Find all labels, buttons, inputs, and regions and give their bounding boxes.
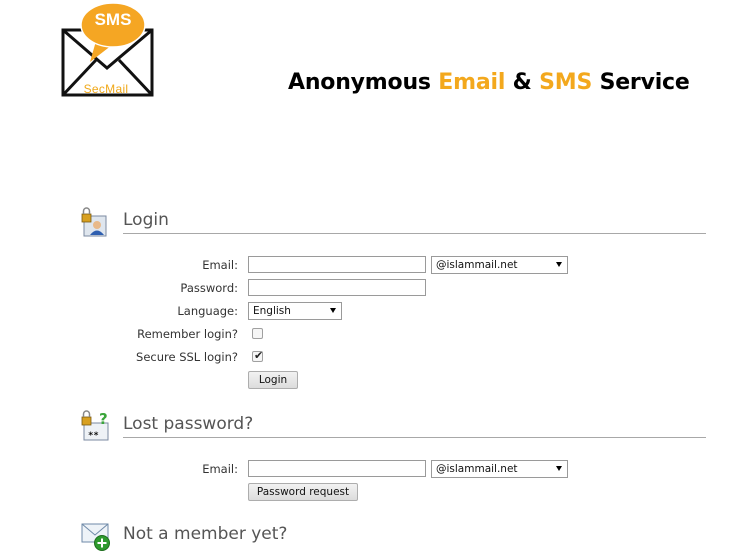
- logo-wordmark: SecMail: [83, 82, 129, 96]
- page-headline: Anonymous Email & SMS Service: [288, 70, 690, 95]
- lost-domain-select[interactable]: @islammail.net: [431, 460, 568, 478]
- envelope-add-icon: [81, 523, 110, 551]
- lock-question-icon: ** ?: [81, 410, 109, 441]
- secure-ssl-label: Secure SSL login?: [136, 350, 238, 364]
- login-title: Login: [123, 210, 169, 230]
- login-language-label: Language:: [177, 304, 238, 318]
- lost-email-input[interactable]: [248, 460, 426, 477]
- login-password-label: Password:: [180, 281, 238, 295]
- checkmark-icon: ✔: [254, 349, 264, 362]
- signup-title[interactable]: Not a member yet?: [123, 524, 287, 544]
- headline-sms: SMS: [539, 70, 593, 95]
- lost-email-label: Email:: [202, 462, 238, 476]
- svg-text:**: **: [88, 431, 99, 441]
- login-domain-value: @islammail.net: [436, 259, 518, 271]
- login-button[interactable]: Login: [248, 371, 298, 389]
- secmail-logo[interactable]: SMS SecMail: [60, 2, 156, 98]
- headline-anonymous: Anonymous: [288, 70, 431, 95]
- login-email-input[interactable]: [248, 256, 426, 273]
- login-domain-select[interactable]: @islammail.net: [431, 256, 568, 274]
- login-language-select[interactable]: English: [248, 302, 342, 320]
- headline-email: Email: [438, 70, 506, 95]
- svg-text:?: ?: [99, 410, 108, 428]
- secure-ssl-checkbox[interactable]: ✔: [252, 349, 264, 362]
- remember-login-label: Remember login?: [137, 327, 238, 341]
- chevron-down-icon: [556, 466, 562, 471]
- password-request-button[interactable]: Password request: [248, 483, 358, 501]
- chevron-down-icon: [330, 308, 336, 313]
- remember-login-checkbox[interactable]: [252, 328, 263, 339]
- lock-user-icon: [81, 207, 107, 237]
- login-password-input[interactable]: [248, 279, 426, 296]
- chevron-down-icon: [556, 262, 562, 267]
- logo-sms-text: SMS: [94, 10, 132, 29]
- lost-password-divider: [123, 437, 706, 438]
- headline-service: Service: [599, 70, 690, 95]
- lost-domain-value: @islammail.net: [436, 463, 518, 475]
- login-email-label: Email:: [202, 258, 238, 272]
- login-language-value: English: [253, 305, 291, 317]
- lost-password-title: Lost password?: [123, 414, 254, 434]
- headline-ampersand: &: [512, 70, 532, 95]
- login-divider: [123, 233, 706, 234]
